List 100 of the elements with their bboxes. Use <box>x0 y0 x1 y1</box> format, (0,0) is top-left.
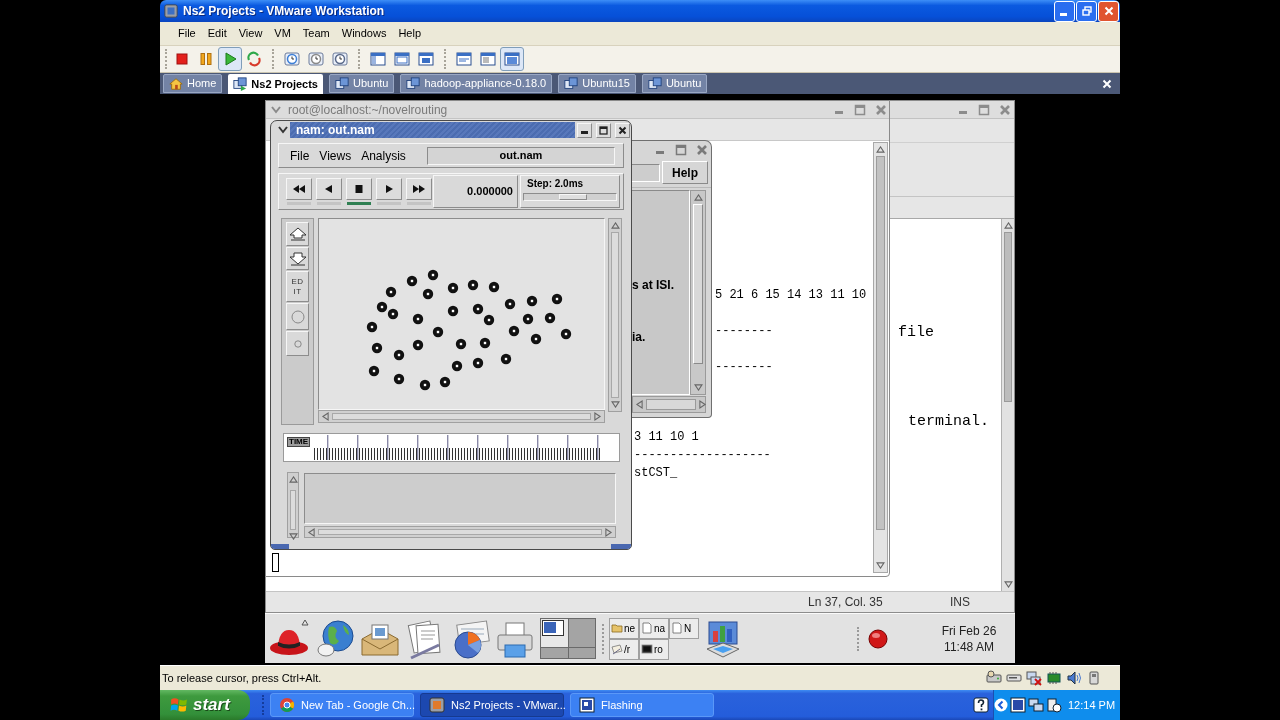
menu-item[interactable]: Views <box>315 146 356 165</box>
taskbar-button[interactable]: Flashing <box>570 693 714 717</box>
dot-icon[interactable] <box>868 628 888 649</box>
console-text: ia. <box>632 330 647 344</box>
stop-button[interactable] <box>346 178 372 200</box>
scroll-thumb[interactable] <box>1004 232 1012 402</box>
maximize-icon[interactable] <box>675 143 687 156</box>
scroll-up-icon <box>876 146 885 153</box>
editor-text-line: file <box>898 323 934 343</box>
notepad-icon <box>611 643 623 655</box>
power-on-button[interactable] <box>218 47 242 71</box>
minimize-icon <box>581 131 588 134</box>
window-list-item[interactable]: na <box>639 617 669 639</box>
menu-item[interactable]: File <box>286 146 314 165</box>
refresh-icon <box>246 51 262 67</box>
clock-icon <box>284 51 300 67</box>
workspace-tile[interactable] <box>541 648 568 658</box>
scroll-thumb[interactable] <box>876 156 885 530</box>
horizontal-scrollbar[interactable] <box>632 396 706 413</box>
house-icon <box>169 76 183 91</box>
close-icon <box>1103 6 1114 16</box>
help-icon[interactable] <box>973 697 989 713</box>
menu-item[interactable]: File <box>172 23 202 44</box>
menu-item[interactable]: VM <box>268 23 297 44</box>
vm-tab[interactable]: Ubuntu15 <box>558 74 636 93</box>
scroll-thumb[interactable] <box>290 490 296 530</box>
input-field[interactable] <box>632 163 660 182</box>
menu-item[interactable]: Windows <box>335 23 393 44</box>
clock-time: 11:48 AM <box>944 638 994 655</box>
scroll-thumb[interactable] <box>332 413 591 420</box>
zoom-in-button[interactable] <box>286 222 309 246</box>
restore-button[interactable] <box>1076 0 1097 22</box>
chevron-left-icon[interactable] <box>994 698 1008 712</box>
scroll-right-icon <box>699 400 706 409</box>
minimize-icon[interactable] <box>656 150 664 154</box>
vm-tab[interactable]: hadoop-appliance-0.18.0 <box>400 74 553 93</box>
vertical-scrollbar[interactable] <box>690 190 706 395</box>
app-window-icon <box>429 697 445 713</box>
menu-item[interactable]: Help <box>392 23 427 44</box>
workspace-tile[interactable] <box>568 648 595 658</box>
minimize-icon[interactable] <box>835 110 843 114</box>
usb-icon[interactable] <box>1086 670 1102 686</box>
menu-item[interactable]: Team <box>296 23 336 44</box>
fast-forward-button[interactable] <box>406 178 432 200</box>
window-list-item[interactable]: ne <box>609 617 639 639</box>
maximize-button[interactable] <box>596 122 611 138</box>
workspace-tile[interactable] <box>568 619 595 647</box>
start-button[interactable]: start <box>160 690 250 720</box>
hard-disk-icon[interactable] <box>986 670 1002 686</box>
window-icon[interactable] <box>1010 697 1026 713</box>
window-thumbnail-icon <box>542 620 564 636</box>
zoom-out-button[interactable] <box>286 247 309 270</box>
window-list-item[interactable]: /r <box>609 638 639 660</box>
network-icon[interactable] <box>1028 697 1044 713</box>
vertical-scrollbar[interactable] <box>608 218 622 412</box>
window-list-item[interactable]: N <box>669 617 699 639</box>
vertical-scrollbar[interactable] <box>287 472 299 538</box>
horizontal-scrollbar[interactable] <box>304 526 616 538</box>
file-name-field: out.nam <box>427 146 615 165</box>
window-list-item[interactable]: ro <box>639 638 669 660</box>
network-icon[interactable] <box>1026 670 1042 686</box>
vertical-scrollbar[interactable] <box>873 142 888 573</box>
console-view-button[interactable] <box>500 47 524 71</box>
menu-item[interactable]: View <box>232 23 269 44</box>
speaker-icon[interactable] <box>1066 670 1082 686</box>
node-tool-button[interactable] <box>286 303 309 330</box>
menu-item[interactable]: Analysis <box>357 146 410 165</box>
vm-tab[interactable]: Ubuntu <box>329 74 395 93</box>
horizontal-scrollbar[interactable] <box>318 410 605 423</box>
maximize-icon[interactable] <box>854 103 866 116</box>
workspace-tile[interactable] <box>541 619 568 647</box>
taskbar-button[interactable]: Ns2 Projects - VMwar... <box>420 693 564 717</box>
chip-icon[interactable] <box>1046 670 1062 686</box>
reverse-play-button[interactable] <box>316 178 342 200</box>
scroll-thumb[interactable] <box>611 232 619 398</box>
close-button[interactable] <box>615 122 630 138</box>
scroll-thumb[interactable] <box>318 529 602 535</box>
vm-tab[interactable]: Ns2 Projects <box>228 74 323 94</box>
step-slider[interactable] <box>523 193 617 201</box>
vm-tab[interactable]: Ubuntu <box>641 74 708 93</box>
help-button[interactable]: Help <box>662 161 708 184</box>
rewind-button[interactable] <box>286 178 312 200</box>
maximize-icon[interactable] <box>978 103 990 116</box>
terminal-line: stCST_ <box>634 465 679 482</box>
window-icon <box>418 51 434 67</box>
edit-button[interactable]: EDIT <box>286 271 309 302</box>
chevron-down-icon <box>278 126 288 134</box>
vertical-scrollbar[interactable] <box>1001 219 1014 591</box>
minimize-button[interactable] <box>577 122 592 138</box>
taskbar-button[interactable]: New Tab - Google Ch... <box>270 693 414 717</box>
close-icon[interactable] <box>696 143 708 156</box>
device-icon[interactable] <box>1046 697 1062 713</box>
slider-thumb[interactable] <box>559 194 588 200</box>
window-icon <box>504 51 520 67</box>
scroll-thumb[interactable] <box>646 399 696 410</box>
vm-tab[interactable]: Home <box>163 74 223 93</box>
play-button[interactable] <box>376 178 402 200</box>
minimize-icon[interactable] <box>959 110 967 114</box>
menu-item[interactable]: Edit <box>201 23 233 44</box>
small-node-tool-button[interactable] <box>286 331 309 356</box>
